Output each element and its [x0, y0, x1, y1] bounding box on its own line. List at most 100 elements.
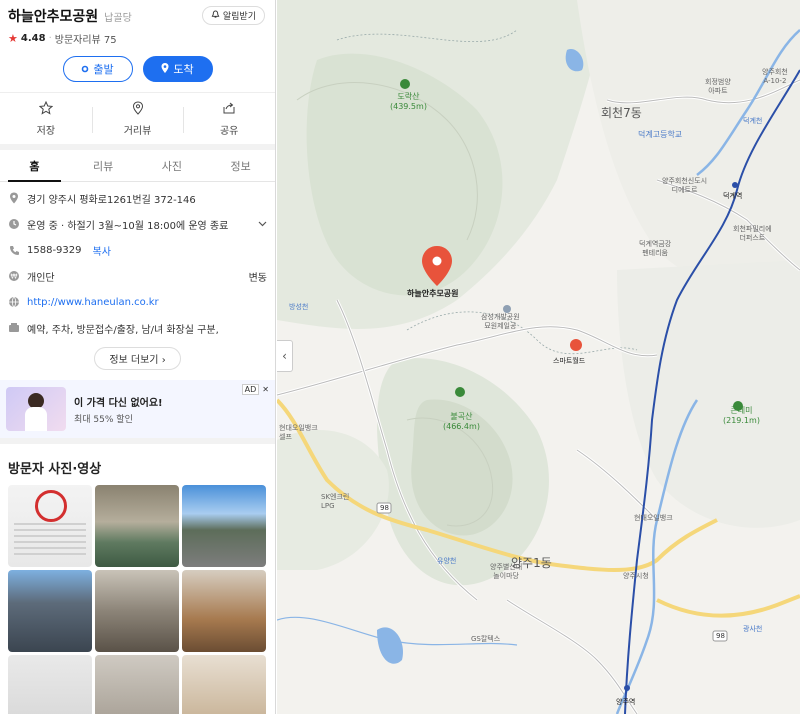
tab-home[interactable]: 홈 — [0, 150, 69, 182]
photos-section-title: 방문자 사진·영상 — [8, 462, 102, 477]
share-button[interactable]: 공유 — [183, 93, 275, 144]
more-info-label: 정보 더보기 — [109, 355, 159, 366]
bell-icon — [211, 9, 220, 22]
tab-reviews[interactable]: 리뷰 — [69, 150, 138, 181]
station-marker-icon — [732, 182, 738, 188]
visitor-photo[interactable] — [182, 485, 266, 567]
arrive-pin-icon — [161, 62, 169, 76]
tab-info[interactable]: 정보 — [206, 150, 275, 181]
ad-badge: AD ✕ — [241, 384, 269, 395]
ad-label: AD — [241, 384, 260, 395]
map-pin-icon — [8, 192, 20, 204]
visitor-photo[interactable] — [95, 485, 179, 567]
chevron-right-icon: › — [161, 355, 166, 366]
map-label-poi: 스마트월드 — [553, 357, 586, 365]
visitor-photo[interactable] — [182, 570, 266, 652]
ad-image — [6, 387, 66, 431]
ad-banner[interactable]: 이 가격 다신 없어요! 최대 55% 할인 AD ✕ — [0, 380, 275, 438]
map-label-district: 회천7동 — [601, 106, 642, 120]
more-info-wrap: 정보 더보기 › — [8, 347, 267, 370]
tab-photos[interactable]: 사진 — [138, 150, 207, 181]
phone-row: 1588-9329 복사 — [8, 237, 267, 263]
place-pin-label: 하늘안추모공원 — [407, 289, 459, 298]
map-label-poi: 덕계역금강 펜테리움 — [639, 240, 672, 257]
arrive-button[interactable]: 도착 — [142, 56, 213, 82]
visitor-photo[interactable] — [95, 570, 179, 652]
phone-icon — [8, 244, 20, 256]
place-panel: 하늘안추모공원 납골당 알림받기 ★ 4.48 · 방문자리뷰 75 출발 도착 — [0, 0, 276, 714]
chevron-down-icon — [258, 219, 267, 230]
photo-grid — [0, 485, 275, 714]
notify-label: 알림받기 — [222, 12, 256, 22]
poi-marker-icon — [503, 305, 511, 313]
map-svg — [277, 0, 800, 714]
facilities-text: 예약, 주차, 방문접수/출장, 남/녀 화장실 구분, — [27, 324, 219, 336]
info-section: 경기 양주시 평화로1261번길 372-146 운영 중 · 하절기 3월~1… — [0, 182, 275, 370]
save-button[interactable]: 저장 — [0, 93, 92, 144]
road-shield-label: 98 — [380, 504, 389, 512]
visitor-photo[interactable] — [8, 655, 92, 714]
station-marker-icon — [624, 685, 630, 691]
street-view-label: 거리뷰 — [123, 125, 152, 137]
chevron-left-icon: ‹ — [282, 349, 287, 363]
action-bar: 저장 거리뷰 공유 — [0, 92, 275, 144]
map-label-station: 양주역 — [616, 698, 636, 706]
visitor-photo[interactable] — [95, 655, 179, 714]
copy-phone-button[interactable]: 복사 — [93, 243, 111, 258]
place-header: 하늘안추모공원 납골당 알림받기 ★ 4.48 · 방문자리뷰 75 — [0, 0, 275, 46]
map-label-poi: 광사천 — [743, 625, 763, 633]
close-icon[interactable]: ✕ — [262, 385, 269, 394]
map-canvas[interactable]: 도락산 (439.5m) 불곡산 (466.4m) 큰테미 (219.1m) 회천7동… — [277, 0, 800, 714]
save-label: 저장 — [36, 125, 56, 137]
map-label-poi: SK엔크린 LPG — [321, 493, 350, 510]
map-label-poi: 회천파밀리에 더퍼스트 — [733, 225, 772, 242]
map-label-poi: 양주별산대 놀이마당 — [490, 563, 523, 580]
more-info-button[interactable]: 정보 더보기 › — [94, 347, 181, 370]
price-value: 변동 — [248, 272, 267, 284]
map-label-poi: 양주시청 — [623, 572, 649, 580]
place-category: 납골당 — [104, 13, 132, 24]
route-buttons: 출발 도착 — [0, 56, 275, 82]
place-title: 하늘안추모공원 — [8, 9, 99, 25]
map-label-poi: 현대오일뱅크 — [634, 514, 673, 522]
depart-label: 출발 — [93, 63, 114, 76]
depart-dot-icon — [81, 63, 89, 76]
ad-subtitle: 최대 55% 할인 — [74, 414, 133, 425]
won-icon: ₩ — [8, 270, 20, 282]
facility-icon — [8, 322, 20, 334]
collapse-panel-button[interactable]: ‹ — [277, 340, 293, 372]
price-label: 개인단 — [27, 272, 55, 284]
map-label-mountain: 불곡산 (466.4m) — [443, 412, 480, 431]
address-row[interactable]: 경기 양주시 평화로1261번길 372-146 — [8, 185, 267, 211]
map-label-poi: 덕계고등학교 — [638, 130, 683, 139]
rating-star-icon: ★ — [8, 32, 18, 45]
map-label-mountain: 큰테미 (219.1m) — [723, 406, 760, 425]
arrive-label: 도착 — [173, 63, 194, 76]
dot-separator: · — [48, 33, 52, 44]
road-shield-label: 98 — [716, 632, 725, 640]
map-label-poi: 방성천 — [289, 303, 309, 311]
share-label: 공유 — [219, 125, 239, 137]
star-outline-icon — [38, 100, 54, 118]
website-link[interactable]: http://www.haneulan.co.kr — [27, 297, 159, 308]
website-row: http://www.haneulan.co.kr — [8, 289, 267, 315]
ad-text: 이 가격 다신 없어요! 최대 55% 할인 — [74, 394, 163, 425]
map-label-poi: 양주회천 A-10-2 — [762, 68, 788, 85]
rating-value: 4.48 — [20, 33, 46, 44]
visitor-photo[interactable] — [182, 655, 266, 714]
street-view-button[interactable]: 거리뷰 — [91, 93, 184, 144]
hours-row[interactable]: 운영 중 · 하절기 3월~10월 18:00에 운영 종료 — [8, 211, 267, 237]
place-tabs: 홈 리뷰 사진 정보 — [0, 150, 275, 182]
map-label-station: 덕계역 — [723, 192, 743, 200]
notify-button[interactable]: 알림받기 — [201, 6, 265, 25]
address-text: 경기 양주시 평화로1261번길 372-146 — [27, 194, 196, 206]
map-label-poi: GS칼텍스 — [471, 635, 501, 643]
depart-button[interactable]: 출발 — [62, 56, 133, 82]
review-count-link[interactable]: 방문자리뷰 75 — [55, 31, 117, 46]
visitor-photo[interactable] — [8, 485, 92, 567]
poi-marker-icon — [570, 339, 582, 351]
map-label-mountain: 도락산 (439.5m) — [390, 92, 427, 111]
map-label-poi: 유양천 — [437, 557, 457, 565]
visitor-photo[interactable] — [8, 570, 92, 652]
map-label-poi: 양주회천신도시 디에트르 — [662, 177, 708, 194]
